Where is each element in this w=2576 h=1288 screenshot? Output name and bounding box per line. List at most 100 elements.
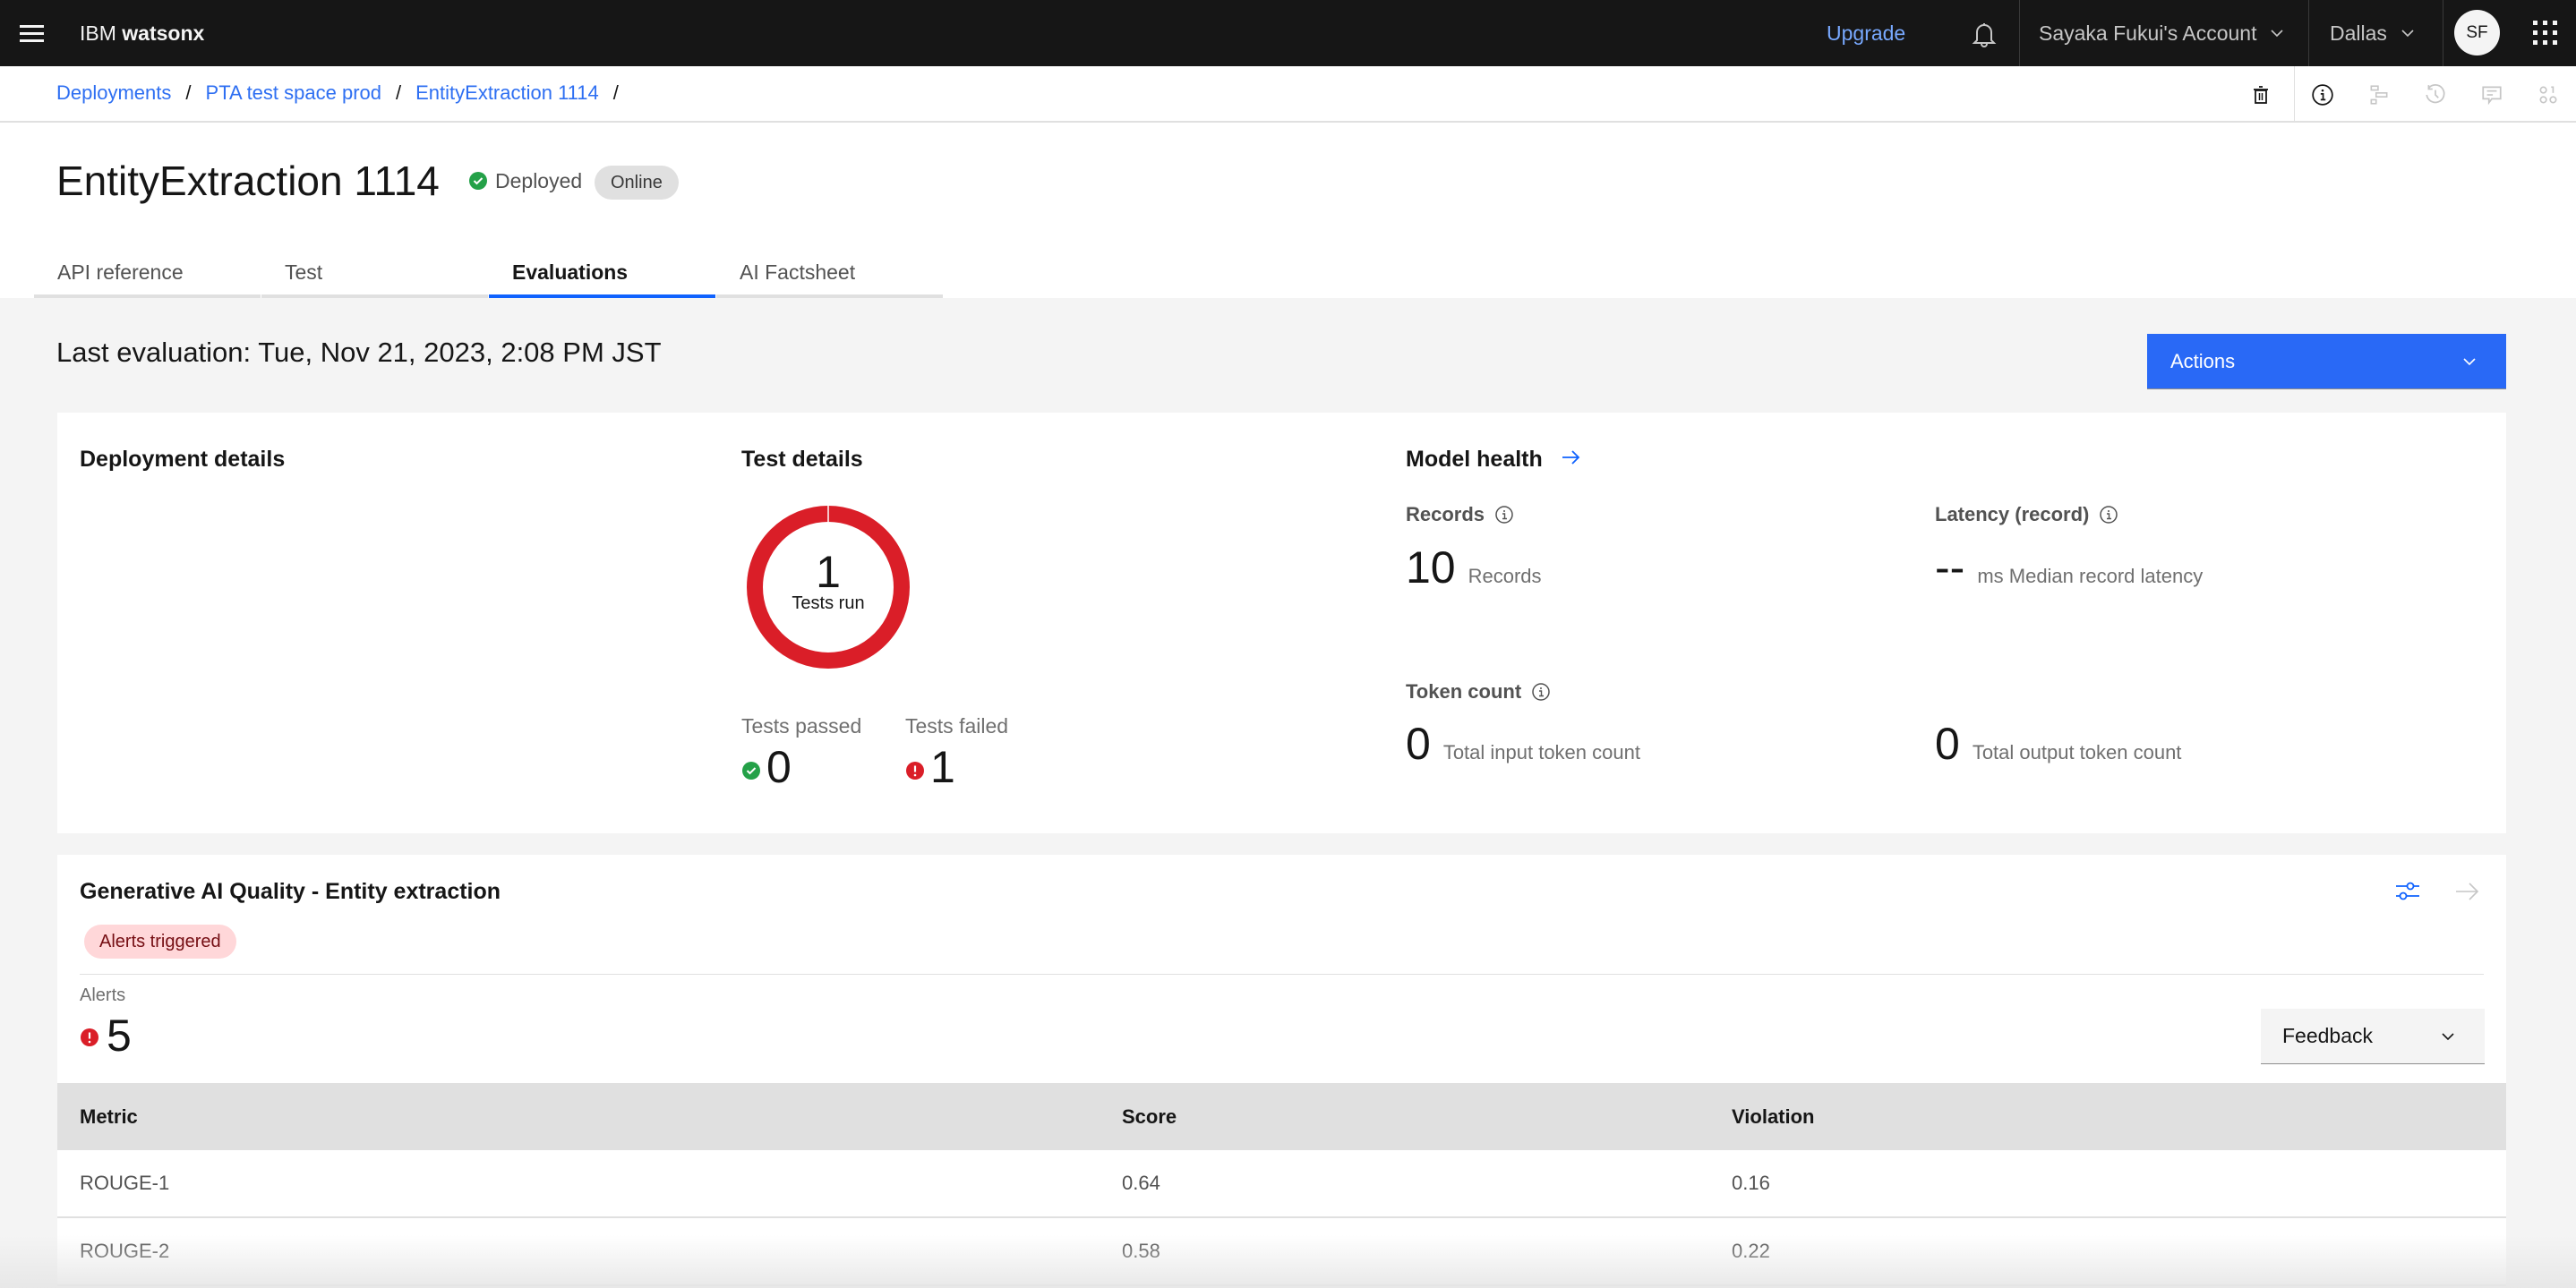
top-nav: IBM watsonx Upgrade Sayaka Fukui's Accou… [0, 0, 2576, 66]
toolbar-divider [2294, 66, 2295, 123]
breadcrumb-bar: Deployments / PTA test space prod / Enti… [0, 66, 2576, 123]
nav-divider [2019, 0, 2020, 66]
tests-failed: 1 [905, 740, 955, 794]
deployment-details-title: Deployment details [80, 447, 286, 472]
alerts-triggered-tag: Alerts triggered [84, 925, 236, 959]
records-metric: 10 Records [1406, 541, 1542, 594]
quality-card: Generative AI Quality - Entity extractio… [57, 855, 2506, 1288]
info-icon[interactable] [1530, 681, 1552, 703]
table-row[interactable]: ROUGE-1 0.64 0.16 [57, 1150, 2506, 1218]
metric-cell: ROUGE-1 [80, 1172, 170, 1194]
table-row[interactable]: ROUGE-2 0.58 0.22 [57, 1218, 2506, 1286]
output-token-unit: Total output token count [1972, 741, 2182, 763]
records-label: Records [1406, 500, 1515, 529]
feedback-label: Feedback [2282, 1024, 2374, 1047]
error-filled-icon [81, 1028, 98, 1046]
actions-dropdown[interactable]: Actions [2147, 334, 2506, 389]
latency-unit: ms Median record latency [1977, 565, 2204, 587]
arrow-right-icon[interactable] [2453, 878, 2480, 905]
alerts-label: Alerts [80, 985, 126, 1005]
violation-cell: 0.16 [1732, 1172, 1770, 1194]
comment-icon[interactable] [2477, 80, 2507, 110]
alerts-count-value: 5 [107, 1011, 132, 1061]
latency-label-text: Latency (record) [1935, 503, 2090, 525]
feedback-dropdown[interactable]: Feedback [2261, 1009, 2485, 1064]
breadcrumb-separator: / [396, 81, 402, 104]
chevron-down-icon [2271, 30, 2284, 38]
info-icon[interactable] [2098, 504, 2119, 525]
arrow-right-icon[interactable] [1559, 446, 1582, 469]
delete-trash-icon[interactable] [2246, 80, 2276, 110]
notification-bell-icon[interactable] [1966, 16, 2002, 52]
summary-card: Deployment details Test details 1 Tests … [57, 413, 2506, 833]
tab-test[interactable]: Test [261, 251, 488, 298]
region-label: Dallas [2330, 21, 2387, 45]
alerts-count: 5 [80, 1009, 132, 1062]
chevron-down-icon [2442, 1033, 2454, 1041]
score-cell: 0.64 [1122, 1172, 1160, 1194]
page-title: EntityExtraction 1114 [56, 158, 440, 204]
status-text: Deployed [495, 169, 583, 192]
output-token-value: 0 [1935, 719, 1960, 769]
tests-run-value: 1 [816, 547, 841, 597]
violation-cell: 0.22 [1732, 1240, 1770, 1262]
account-switcher[interactable]: Sayaka Fukui's Account [2039, 18, 2285, 48]
tests-passed-label: Tests passed [741, 714, 862, 738]
column-header-metric[interactable]: Metric [57, 1105, 1100, 1129]
quality-title: Generative AI Quality - Entity extractio… [80, 879, 501, 904]
account-label: Sayaka Fukui's Account [2039, 21, 2257, 45]
column-header-score[interactable]: Score [1100, 1105, 1709, 1129]
tab-evaluations[interactable]: Evaluations [489, 251, 715, 298]
breadcrumb-deployment[interactable]: EntityExtraction 1114 [415, 79, 599, 107]
checkmark-filled-icon [742, 762, 760, 780]
table-header: Metric Score Violation [57, 1083, 2506, 1150]
column-header-violation[interactable]: Violation [1709, 1105, 1815, 1129]
score-cell: 0.58 [1122, 1240, 1160, 1262]
brand-name: watsonx [122, 21, 205, 45]
tests-passed: 0 [741, 740, 792, 794]
menu-icon[interactable] [20, 20, 47, 47]
breadcrumb-space[interactable]: PTA test space prod [206, 79, 381, 107]
tests-failed-value: 1 [930, 742, 955, 792]
last-evaluation: Last evaluation: Tue, Nov 21, 2023, 2:08… [56, 337, 662, 368]
tab-ai-factsheet[interactable]: AI Factsheet [716, 251, 943, 298]
output-token-metric: 0 Total output token count [1935, 717, 2181, 771]
settings-adjust-icon[interactable] [2394, 878, 2421, 905]
latency-value: -- [1935, 542, 1965, 593]
brand-logo[interactable]: IBM watsonx [80, 18, 204, 48]
input-token-value: 0 [1406, 719, 1431, 769]
info-icon[interactable] [1493, 504, 1515, 525]
breadcrumb-deployments[interactable]: Deployments [56, 79, 171, 107]
breadcrumb-separator: / [185, 81, 192, 104]
region-switcher[interactable]: Dallas [2330, 18, 2416, 48]
records-label-text: Records [1406, 503, 1485, 525]
tab-api-reference[interactable]: API reference [34, 251, 261, 298]
error-filled-icon [906, 762, 924, 780]
tab-list: API reference Test Evaluations AI Factsh… [34, 251, 944, 298]
lineage-icon[interactable] [2364, 80, 2394, 110]
chevron-down-icon [2401, 30, 2414, 38]
upgrade-link[interactable]: Upgrade [1827, 18, 1905, 48]
history-icon[interactable] [2420, 80, 2451, 110]
app-switcher-icon[interactable] [2533, 21, 2558, 46]
input-token-unit: Total input token count [1442, 741, 1640, 763]
tests-failed-label: Tests failed [905, 714, 1009, 738]
deployment-status: Deployed [468, 166, 582, 195]
test-details-title: Test details [741, 447, 863, 472]
token-count-label: Token count [1406, 678, 1552, 706]
records-value: 10 [1406, 542, 1456, 593]
latency-metric: -- ms Median record latency [1935, 541, 2203, 594]
avatar[interactable]: SF [2454, 10, 2500, 55]
info-icon[interactable] [2307, 80, 2338, 110]
token-count-label-text: Token count [1406, 680, 1522, 703]
nav-divider [2308, 0, 2309, 66]
metrics-table: Metric Score Violation ROUGE-1 0.64 0.16… [57, 1083, 2506, 1286]
section-divider [80, 974, 2484, 975]
tests-passed-value: 0 [766, 742, 792, 792]
metric-cell: ROUGE-2 [80, 1240, 170, 1262]
checkmark-filled-icon [469, 172, 487, 190]
records-unit: Records [1468, 565, 1542, 587]
data-binary-icon[interactable] [2533, 80, 2563, 110]
brand-prefix: IBM [80, 21, 116, 45]
chevron-down-icon [2463, 358, 2476, 366]
